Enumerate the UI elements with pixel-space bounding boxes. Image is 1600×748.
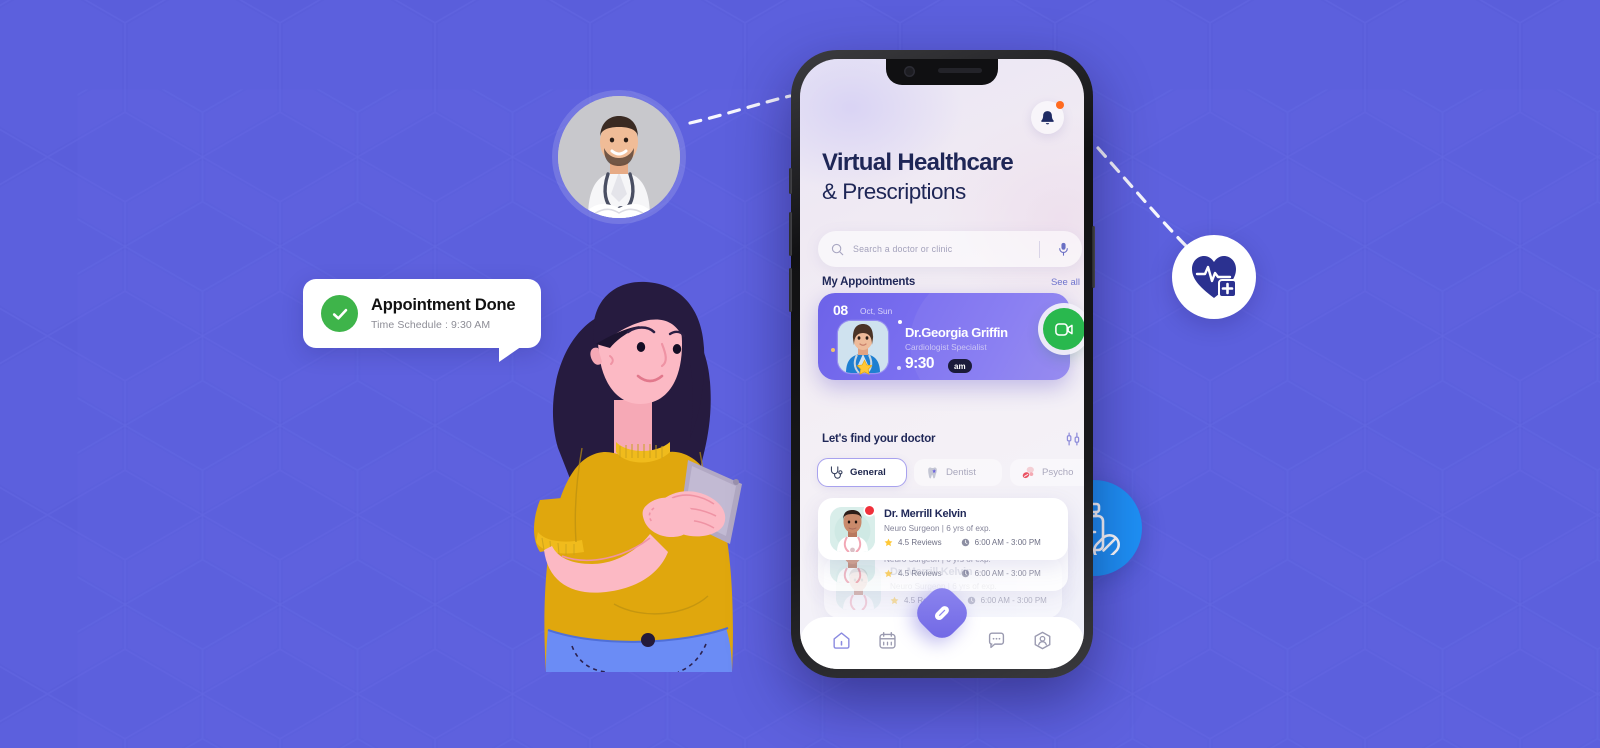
deco-dot xyxy=(898,320,902,324)
appointments-title: My Appointments xyxy=(822,276,916,288)
search-divider xyxy=(1039,240,1040,258)
earpiece-speaker xyxy=(938,68,982,73)
toast-title: Appointment Done xyxy=(371,296,516,315)
user-shield-icon xyxy=(1034,631,1051,649)
doctor-name: Dr. Merrill Kelvin xyxy=(884,508,967,520)
doctor-hours: 6:00 AM - 3:00 PM xyxy=(980,596,1047,605)
bell-icon xyxy=(1041,110,1054,124)
phone-silent-switch xyxy=(789,168,792,194)
phone-power-button xyxy=(1092,226,1095,288)
appointment-doctor-specialty: Cardiologist Specialist xyxy=(905,342,987,352)
video-call-icon xyxy=(1055,322,1073,336)
toast-subtitle: Time Schedule : 9:30 AM xyxy=(371,318,491,331)
search-input[interactable]: Search a doctor or clinic xyxy=(853,244,1030,254)
category-tab-psycho[interactable]: Psycho xyxy=(1010,459,1084,486)
appointment-day: 08 xyxy=(833,302,848,318)
star-icon xyxy=(884,538,893,547)
deco-dot xyxy=(897,366,901,370)
search-icon xyxy=(831,243,844,255)
video-call-button[interactable] xyxy=(1043,308,1084,350)
male-doctor-illustration xyxy=(558,96,680,218)
appointment-time: 9:30 xyxy=(905,355,935,372)
stethoscope-icon xyxy=(830,465,843,479)
chat-bubble-icon xyxy=(988,632,1004,648)
heart-pulse-cross-icon xyxy=(1192,256,1237,298)
phone-volume-up-button xyxy=(789,212,792,256)
doctor-card[interactable]: Dr. Merrill Kelvin Neuro Surgeon | 6 yrs… xyxy=(818,498,1068,560)
filter-sliders-icon[interactable] xyxy=(1066,432,1080,446)
capsule-pill-icon xyxy=(934,606,949,621)
doctor-hours: 6:00 AM - 3:00 PM xyxy=(974,538,1041,547)
doctor-photo-bubble xyxy=(558,96,680,218)
category-label: Dentist xyxy=(946,467,976,478)
clock-icon xyxy=(961,569,969,578)
phone-mockup: Virtual Healthcare & Prescriptions Searc… xyxy=(789,50,1095,678)
appointment-done-toast: Appointment Done Time Schedule : 9:30 AM xyxy=(303,279,541,362)
phone-notch xyxy=(886,59,998,85)
appointment-card[interactable]: 08 Oct, Sun Dr.Georgia Griffin Cardiolog… xyxy=(818,293,1070,380)
phone-screen: Virtual Healthcare & Prescriptions Searc… xyxy=(800,59,1084,669)
tooth-icon xyxy=(928,467,937,478)
nav-item-profile[interactable] xyxy=(1028,625,1058,655)
page-title-line1: Virtual Healthcare xyxy=(822,149,1014,176)
notification-bell-button[interactable] xyxy=(1031,101,1064,134)
microphone-icon[interactable] xyxy=(1058,242,1069,256)
doctor-online-badge xyxy=(865,506,874,515)
star-icon xyxy=(890,596,899,605)
doctor-rating: 4.5 Reviews xyxy=(898,569,942,578)
app-content: Virtual Healthcare & Prescriptions Searc… xyxy=(800,59,1084,669)
notification-unread-dot xyxy=(1056,101,1064,109)
appointments-section-header: My Appointments See all xyxy=(822,276,1080,288)
doctor-specialty: Neuro Surgeon | 6 yrs of exp. xyxy=(884,524,991,533)
page-title-line2: & Prescriptions xyxy=(822,179,966,204)
nav-item-chat[interactable] xyxy=(981,625,1011,655)
category-tab-dentist[interactable]: Dentist xyxy=(914,459,1002,486)
find-doctor-title: Let's find your doctor xyxy=(822,433,936,445)
front-camera-icon xyxy=(904,66,915,77)
category-label: General xyxy=(850,467,886,478)
category-label: Psycho xyxy=(1042,467,1074,478)
doctor-meta: 4.5 Reviews 6:00 AM - 3:00 PM xyxy=(890,596,1047,605)
home-icon xyxy=(833,631,850,649)
star-icon xyxy=(856,359,873,375)
clock-icon xyxy=(961,538,969,547)
check-circle-icon xyxy=(321,295,358,332)
doctor-rating: 4.5 Reviews xyxy=(898,538,942,547)
appointment-meridiem: am xyxy=(948,359,972,373)
clock-icon xyxy=(967,596,975,605)
nav-item-calendar[interactable] xyxy=(873,625,903,655)
doctor-meta: 4.5 Reviews 6:00 AM - 3:00 PM xyxy=(884,569,1041,578)
girl-with-phone-illustration xyxy=(510,252,755,672)
deco-dot xyxy=(831,348,835,352)
pills-icon xyxy=(1022,466,1034,478)
category-tabs: General Dentist Psycho xyxy=(817,458,1084,487)
doctor-hours: 6:00 AM - 3:00 PM xyxy=(974,569,1041,578)
phone-volume-down-button xyxy=(789,268,792,312)
category-tab-general[interactable]: General xyxy=(817,458,907,487)
search-bar[interactable]: Search a doctor or clinic xyxy=(818,231,1082,267)
find-doctor-section-header: Let's find your doctor xyxy=(822,432,1080,446)
appointment-date: Oct, Sun xyxy=(860,306,893,316)
calendar-icon xyxy=(879,631,896,649)
nav-item-home[interactable] xyxy=(826,625,856,655)
appointment-doctor-name: Dr.Georgia Griffin xyxy=(905,325,1008,340)
see-all-link[interactable]: See all xyxy=(1051,277,1080,288)
doctor-meta: 4.5 Reviews 6:00 AM - 3:00 PM xyxy=(884,538,1041,547)
heart-pulse-badge xyxy=(1172,235,1256,319)
girl-illustration-svg xyxy=(534,281,742,672)
star-icon xyxy=(884,569,893,578)
